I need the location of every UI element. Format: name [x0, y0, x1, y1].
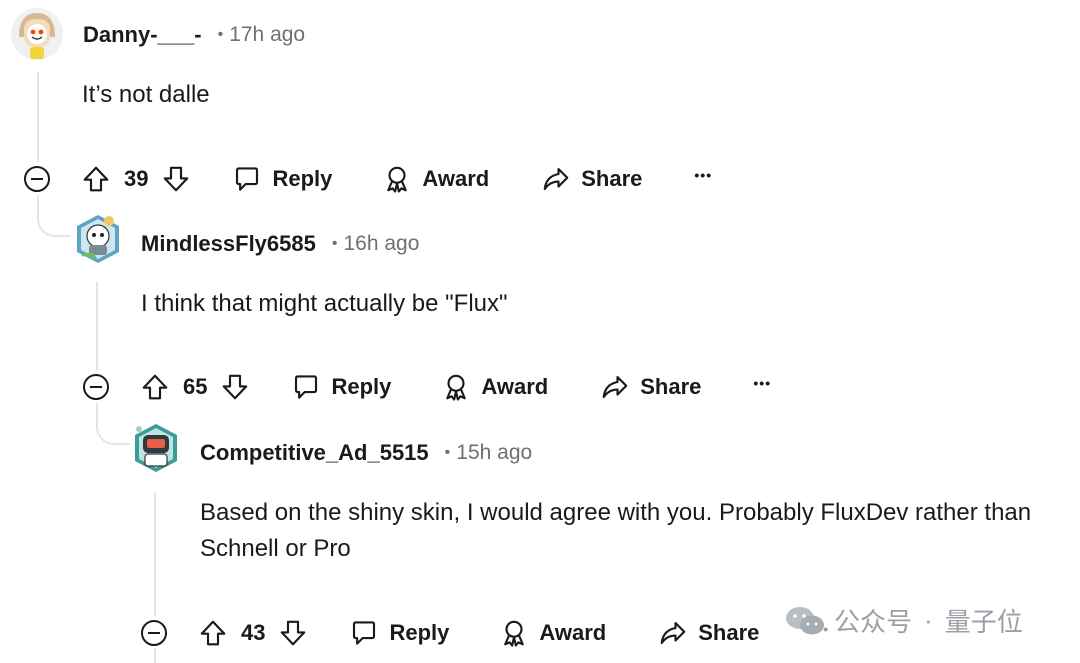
comment-thread: Danny-___- • 17h ago It’s not dalle 39 R…: [0, 0, 1080, 663]
watermark-name: 量子位: [944, 607, 1023, 637]
share-button[interactable]: Share: [600, 372, 701, 402]
comment-body: It’s not dalle: [82, 81, 210, 108]
collapse-thread-button[interactable]: [83, 374, 109, 400]
collapse-thread-button[interactable]: [141, 620, 167, 646]
reply-icon: [232, 164, 262, 194]
snoo-avatar-icon: [11, 8, 63, 60]
award-button[interactable]: Award: [499, 618, 606, 648]
vote-controls: 65: [140, 372, 250, 402]
reply-button[interactable]: Reply: [291, 372, 391, 402]
share-icon: [600, 372, 630, 402]
award-button[interactable]: Award: [382, 164, 489, 194]
more-options-button[interactable]: •••: [694, 165, 712, 185]
reply-label: Reply: [331, 374, 392, 399]
more-options-button[interactable]: •••: [753, 373, 771, 393]
vote-count: 43: [241, 620, 266, 645]
avatar[interactable]: [71, 212, 125, 266]
downvote-icon[interactable]: [278, 618, 308, 648]
comment-actions: 65 Reply Award Share •••: [83, 367, 771, 407]
username[interactable]: Competitive_Ad_5515: [200, 440, 429, 466]
upvote-icon[interactable]: [140, 372, 170, 402]
thread-line-3[interactable]: [154, 492, 156, 616]
thread-connector-1: [37, 207, 71, 237]
award-icon: [382, 164, 412, 194]
avatar[interactable]: [129, 421, 183, 475]
downvote-icon[interactable]: [220, 372, 250, 402]
downvote-icon[interactable]: [161, 164, 191, 194]
reply-label: Reply: [389, 620, 450, 645]
comment-body: I think that might actually be "Flux": [141, 290, 508, 317]
meta-bullet: •: [217, 26, 224, 43]
username[interactable]: MindlessFly6585: [141, 231, 316, 257]
thread-connector-2: [96, 415, 130, 445]
avatar[interactable]: [10, 7, 64, 61]
comment-meta: MindlessFly6585 • 16h ago: [141, 231, 419, 257]
share-button[interactable]: Share: [658, 618, 759, 648]
comment-meta: Danny-___- • 17h ago: [83, 22, 305, 48]
vote-controls: 43: [198, 618, 308, 648]
vote-controls: 39: [81, 164, 191, 194]
comment-body: Based on the shiny skin, I would agree w…: [200, 499, 1032, 562]
meta-bullet: •: [331, 235, 338, 252]
watermark-separator: ·: [924, 605, 933, 635]
meta-bullet: •: [444, 444, 451, 461]
timestamp[interactable]: 15h ago: [456, 441, 532, 465]
award-label: Award: [481, 374, 549, 399]
comment-actions: 39 Reply Award Share •••: [24, 159, 712, 199]
timestamp[interactable]: 16h ago: [343, 232, 419, 256]
award-label: Award: [539, 620, 607, 645]
award-icon: [441, 372, 471, 402]
snoo-avatar-icon: [135, 424, 177, 472]
award-label: Award: [422, 166, 490, 191]
thread-line-2[interactable]: [96, 282, 98, 370]
reply-label: Reply: [272, 166, 333, 191]
reply-icon: [291, 372, 321, 402]
wechat-icon: [786, 606, 824, 634]
collapse-thread-button[interactable]: [24, 166, 50, 192]
share-icon: [658, 618, 688, 648]
upvote-icon[interactable]: [81, 164, 111, 194]
upvote-icon[interactable]: [198, 618, 228, 648]
vote-count: 39: [124, 166, 149, 191]
reply-button[interactable]: Reply: [349, 618, 449, 648]
comment-meta: Competitive_Ad_5515 • 15h ago: [200, 440, 532, 466]
share-label: Share: [640, 374, 702, 399]
reply-button[interactable]: Reply: [232, 164, 332, 194]
thread-line-1[interactable]: [37, 72, 39, 162]
share-label: Share: [698, 620, 760, 645]
comment-actions: 43 Reply Award Share •••: [141, 613, 829, 653]
snoo-avatar-icon: [77, 215, 119, 263]
award-icon: [499, 618, 529, 648]
share-icon: [541, 164, 571, 194]
award-button[interactable]: Award: [441, 372, 548, 402]
share-label: Share: [581, 166, 643, 191]
reply-icon: [349, 618, 379, 648]
watermark: 公众号 · 量子位: [780, 600, 1027, 641]
username[interactable]: Danny-___-: [83, 22, 202, 48]
timestamp[interactable]: 17h ago: [229, 23, 305, 47]
share-button[interactable]: Share: [541, 164, 642, 194]
vote-count: 65: [183, 374, 208, 399]
watermark-account: 公众号: [834, 607, 913, 637]
